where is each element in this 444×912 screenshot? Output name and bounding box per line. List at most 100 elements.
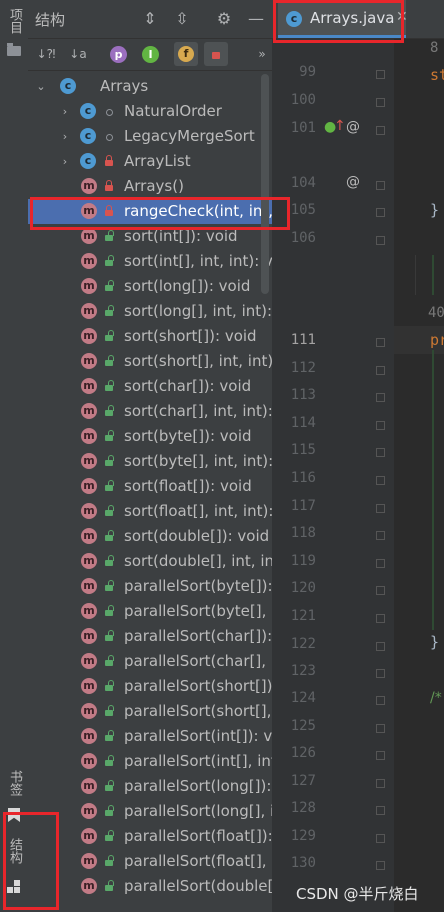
code-line-105[interactable]: } [430, 201, 439, 219]
tree-item[interactable]: m parallelSort(float[]): void [28, 824, 272, 849]
fold-marker-icon[interactable] [376, 393, 385, 402]
tree-item[interactable]: m sort(float[]): void [28, 474, 272, 499]
show-inherited-button[interactable]: I [142, 46, 159, 63]
structure-tool-tab[interactable]: 结构 [5, 838, 24, 864]
tab-arrays-java[interactable]: c Arrays.java ✕ [278, 0, 408, 38]
show-non-public-button[interactable] [204, 42, 228, 66]
chevron-right-icon[interactable]: › [58, 149, 72, 174]
tree-item[interactable]: m parallelSort(int[]): void [28, 724, 272, 749]
tree-item[interactable]: m parallelSort(byte[], int, int): void [28, 599, 272, 624]
fold-marker-icon[interactable] [376, 98, 385, 107]
tree-item[interactable]: m sort(byte[], int, int): void [28, 449, 272, 474]
line-number: 118 [290, 525, 316, 541]
sort-alphabetically-button[interactable]: ↓a [68, 44, 88, 64]
tree-item[interactable]: m parallelSort(double[]): void [28, 874, 272, 899]
fold-marker-icon[interactable] [376, 366, 385, 375]
fold-marker-icon[interactable] [376, 614, 385, 623]
line-number: 130 [290, 855, 316, 871]
indent-guide [415, 255, 416, 295]
fold-marker-icon[interactable] [376, 236, 385, 245]
fold-marker-icon[interactable] [376, 642, 385, 651]
tree-item-label: ArrayList [124, 152, 191, 170]
tree-item[interactable]: m parallelSort(short[]): void [28, 674, 272, 699]
tree-item[interactable]: m sort(double[]): void [28, 524, 272, 549]
bookmarks-tool-tab[interactable]: 书签 [5, 770, 24, 796]
fold-marker-icon[interactable] [376, 861, 385, 870]
fold-marker-icon[interactable] [376, 181, 385, 190]
chevron-right-icon[interactable]: › [58, 99, 72, 124]
fold-marker-icon[interactable] [376, 559, 385, 568]
tree-item[interactable]: m parallelSort(char[], int, int): void [28, 649, 272, 674]
private-lock-icon [104, 155, 114, 167]
line-number: 101 [290, 120, 316, 136]
public-lock-icon [104, 880, 114, 892]
tree-item[interactable]: m parallelSort(long[]): void [28, 774, 272, 799]
tree-item[interactable]: m sort(int[]): void [28, 224, 272, 249]
fold-marker-icon[interactable] [376, 421, 385, 430]
tree-item[interactable]: m sort(double[], int, int): void [28, 549, 272, 574]
tree-item[interactable]: › c LegacyMergeSort [28, 124, 272, 149]
fold-marker-icon[interactable] [376, 669, 385, 678]
fold-marker-icon[interactable] [376, 586, 385, 595]
tree-item[interactable]: m parallelSort(float[], int, int): void [28, 849, 272, 874]
fold-marker-icon[interactable] [376, 338, 385, 347]
chevron-right-icon[interactable]: › [58, 124, 72, 149]
show-properties-button[interactable]: p [110, 46, 127, 63]
fold-marker-icon[interactable] [376, 724, 385, 733]
tree-item[interactable]: m sort(byte[]): void [28, 424, 272, 449]
sort-by-visibility-button[interactable]: ↓⁈ [36, 44, 56, 64]
tree-item[interactable]: m sort(long[], int, int): void [28, 299, 272, 324]
tree-item[interactable]: m parallelSort(long[], int, int): void [28, 799, 272, 824]
fold-marker-icon[interactable] [376, 779, 385, 788]
more-options-button[interactable]: » [252, 44, 272, 64]
tree-item[interactable]: m sort(int[], int, int): void [28, 249, 272, 274]
tree-item[interactable]: m rangeCheck(int, int, int): void [28, 199, 272, 224]
code-line-99[interactable]: st [430, 66, 444, 84]
structure-panel-header: 结构 ⇕ ⇳ ⚙ — [28, 0, 272, 39]
tree-item[interactable]: m parallelSort(short[], int, int): void [28, 699, 272, 724]
show-fields-button[interactable]: f [174, 42, 198, 66]
structure-icon[interactable] [7, 880, 21, 894]
minimize-icon[interactable]: — [246, 9, 266, 29]
code-line-111[interactable]: pr [430, 331, 444, 349]
project-tool-tab[interactable]: 项目 [5, 8, 24, 34]
fold-marker-icon[interactable] [376, 696, 385, 705]
bookmark-icon[interactable] [8, 808, 20, 822]
tree-item[interactable]: m Arrays() [28, 174, 272, 199]
tree-item[interactable]: m parallelSort(byte[]): void [28, 574, 272, 599]
tree-item[interactable]: m sort(short[], int, int): void [28, 349, 272, 374]
tree-root-arrays[interactable]: ⌄ c Arrays [28, 74, 272, 99]
tree-item-label: sort(long[], int, int): void [124, 302, 272, 320]
tree-item[interactable]: m parallelSort(int[], int, int): void [28, 749, 272, 774]
fold-marker-icon[interactable] [376, 126, 385, 135]
vertical-scrollbar[interactable] [261, 74, 269, 294]
chevron-down-icon[interactable]: ⌄ [34, 74, 48, 99]
tree-item[interactable]: › c ArrayList [28, 149, 272, 174]
fold-marker-icon[interactable] [376, 504, 385, 513]
public-lock-icon [104, 330, 114, 342]
code-line-122[interactable]: } [430, 633, 439, 651]
expand-all-icon[interactable]: ⇕ [140, 9, 160, 29]
fold-marker-icon[interactable] [376, 531, 385, 540]
fold-marker-icon[interactable] [376, 208, 385, 217]
tree-item[interactable]: m sort(char[]): void [28, 374, 272, 399]
fold-marker-icon[interactable] [376, 70, 385, 79]
close-icon[interactable]: ✕ [396, 9, 408, 25]
tree-item[interactable]: m sort(long[]): void [28, 274, 272, 299]
tree-item[interactable]: m sort(char[], int, int): void [28, 399, 272, 424]
fold-marker-icon[interactable] [376, 448, 385, 457]
folder-icon[interactable] [7, 43, 21, 56]
tree-item[interactable]: m parallelSort(char[]): void [28, 624, 272, 649]
tree-item[interactable]: › c NaturalOrder [28, 99, 272, 124]
collapse-all-icon[interactable]: ⇳ [172, 9, 192, 29]
tree-item[interactable]: m sort(short[]): void [28, 324, 272, 349]
public-lock-icon [104, 280, 114, 292]
code-line-124[interactable]: /* [430, 690, 444, 706]
fold-marker-icon[interactable] [376, 751, 385, 760]
gear-icon[interactable]: ⚙ [214, 9, 234, 29]
fold-marker-icon[interactable] [376, 834, 385, 843]
tree-item[interactable]: m sort(float[], int, int): void [28, 499, 272, 524]
override-up-icon[interactable]: ↑ [334, 118, 346, 134]
fold-marker-icon[interactable] [376, 806, 385, 815]
fold-marker-icon[interactable] [376, 476, 385, 485]
